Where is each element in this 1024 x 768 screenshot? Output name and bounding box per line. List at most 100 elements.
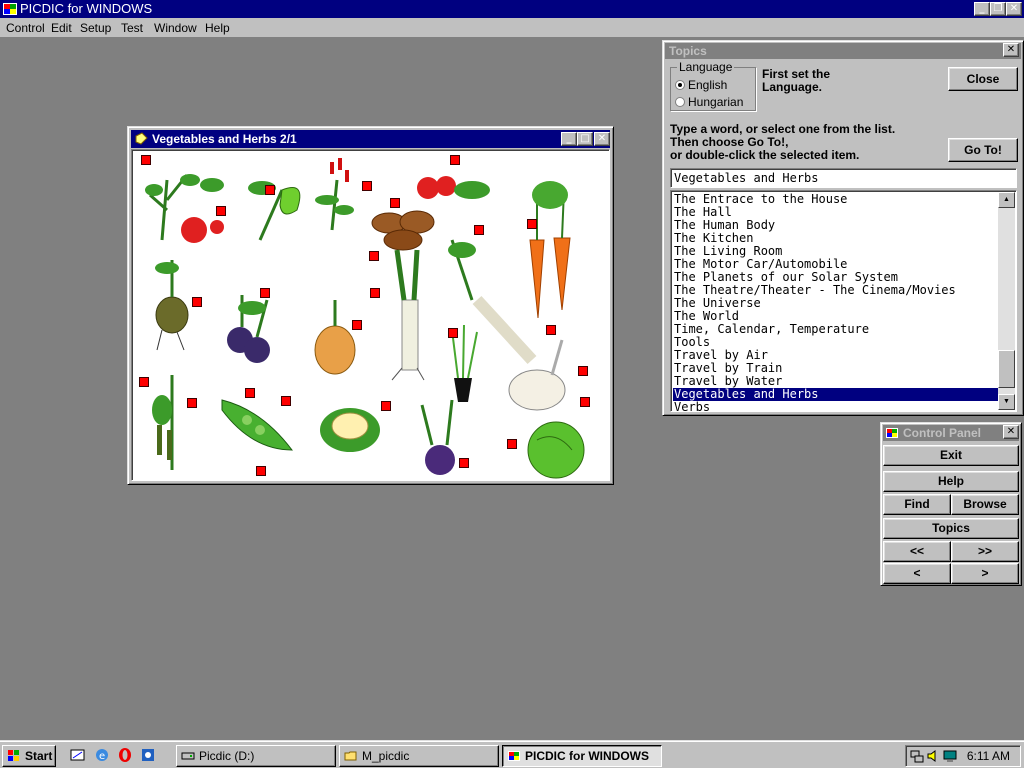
hotspot-leek-top[interactable] <box>369 251 379 261</box>
topics-close-button[interactable]: Close <box>948 67 1018 91</box>
hotspot-tomato-plant[interactable] <box>141 155 151 165</box>
previous-page-button[interactable]: < <box>883 563 951 584</box>
menu-help[interactable]: Help <box>205 21 230 35</box>
next-page-button[interactable]: > <box>951 563 1019 584</box>
start-button[interactable]: Start <box>2 745 56 767</box>
hotspot-bean-plant[interactable] <box>187 398 197 408</box>
hotspot-potato[interactable] <box>390 198 400 208</box>
hotspot-lettuce[interactable] <box>507 439 517 449</box>
document-icon <box>135 132 148 145</box>
restore-button[interactable]: ❐ <box>990 2 1006 16</box>
hotspot-tomato[interactable] <box>216 206 226 216</box>
topic-list[interactable]: The Entrace to the House The Hall The Huma… <box>670 190 1017 412</box>
hotspot-parsley[interactable] <box>474 225 484 235</box>
hotspot-kohlrabi[interactable] <box>459 458 469 468</box>
chili-plant-illustration <box>315 158 354 231</box>
child-maximize-button[interactable]: □ <box>577 132 593 146</box>
help-button[interactable]: Help <box>883 471 1019 492</box>
hotspot-leek[interactable] <box>370 288 380 298</box>
task-picdic-windows[interactable]: PICDIC for WINDOWS <box>502 745 662 767</box>
topics-button[interactable]: Topics <box>883 518 1019 539</box>
volume-icon[interactable] <box>926 749 940 763</box>
hotspot-chili[interactable] <box>362 181 372 191</box>
language-hint: First set the Language. <box>762 67 831 94</box>
minimize-button[interactable]: _ <box>974 2 990 16</box>
language-group: Language English Hungarian <box>670 60 756 111</box>
hotspot-radish[interactable] <box>450 155 460 165</box>
child-close-button[interactable]: ✕ <box>594 132 610 146</box>
scroll-down-arrow-icon[interactable]: ▼ <box>998 394 1015 410</box>
start-label: Start <box>25 749 53 763</box>
browse-button[interactable]: Browse <box>951 494 1019 515</box>
control-panel-close-button[interactable]: ✕ <box>1003 425 1019 439</box>
vegetable-illustration <box>145 158 585 479</box>
network-icon[interactable] <box>910 749 924 763</box>
celeriac-illustration <box>155 260 189 351</box>
opera-icon[interactable] <box>117 747 133 763</box>
display-settings-icon[interactable] <box>943 749 957 763</box>
menu-setup[interactable]: Setup <box>80 21 111 35</box>
menu-window[interactable]: Window <box>154 21 197 35</box>
hungarian-radio[interactable]: Hungarian <box>675 95 743 109</box>
channels-icon[interactable] <box>140 747 156 763</box>
topic-scrollbar[interactable]: ▲ ▼ <box>998 192 1015 410</box>
hotspot-celeriac[interactable] <box>192 297 202 307</box>
topic-list-item[interactable]: Time, Calendar, Temperature <box>673 323 1000 336</box>
english-radio[interactable]: English <box>675 78 727 92</box>
hotspot-beetroot[interactable] <box>260 288 270 298</box>
task-m-picdic[interactable]: M_picdic <box>339 745 499 767</box>
app-title-bar[interactable]: PICDIC for WINDOWS _ ❐ ✕ <box>0 0 1024 18</box>
hotspot-green-beans[interactable] <box>139 377 149 387</box>
windows-logo-icon <box>8 750 19 761</box>
close-button[interactable]: ✕ <box>1006 2 1022 16</box>
hotspot-onion[interactable] <box>352 320 362 330</box>
topic-list-item[interactable]: Vegetables and Herbs <box>673 388 1000 401</box>
topic-list-item[interactable]: Verbs <box>673 401 1000 412</box>
topics-close-x-button[interactable]: ✕ <box>1003 43 1019 57</box>
hotspot-peas[interactable] <box>256 466 266 476</box>
hotspot-pea-pod[interactable] <box>281 396 291 406</box>
menu-control[interactable]: Control <box>6 21 45 35</box>
control-panel-title-bar[interactable]: Control Panel ✕ <box>883 425 1019 441</box>
language-group-label: Language <box>677 60 735 74</box>
task-picdic-drive[interactable]: Picdic (D:) <box>176 745 336 767</box>
find-button[interactable]: Find <box>883 494 951 515</box>
scroll-up-arrow-icon[interactable]: ▲ <box>998 192 1015 208</box>
internet-explorer-icon[interactable]: e <box>94 747 110 763</box>
instruction-line: or double-click the selected item. <box>670 148 860 162</box>
topic-search-input[interactable]: Vegetables and Herbs <box>670 168 1017 188</box>
first-page-button[interactable]: << <box>883 541 951 562</box>
menu-edit[interactable]: Edit <box>51 21 72 35</box>
hotspot-garlic[interactable] <box>578 366 588 376</box>
scroll-thumb[interactable] <box>998 350 1015 388</box>
vegetables-window: Vegetables and Herbs 2/1 _ □ ✕ <box>127 126 614 485</box>
desktop-quicklaunch-icon[interactable] <box>70 747 86 763</box>
english-radio-dot <box>675 80 685 90</box>
taskbar: Start e Picdic (D:) M_picdic PICDIC for … <box>0 740 1024 768</box>
lettuce-illustration <box>527 421 585 479</box>
parsley-root-illustration <box>448 239 537 365</box>
hotspot-garlic-bulb[interactable] <box>580 397 590 407</box>
svg-text:e: e <box>99 751 105 762</box>
picdic-app-icon <box>3 3 17 15</box>
exit-button[interactable]: Exit <box>883 445 1019 466</box>
last-page-button[interactable]: >> <box>951 541 1019 562</box>
cauliflower-illustration <box>320 408 380 452</box>
hotspot-chives[interactable] <box>448 328 458 338</box>
hotspot-carrot[interactable] <box>527 219 537 229</box>
hotspot-cauliflower[interactable] <box>381 401 391 411</box>
goto-button[interactable]: Go To! <box>948 138 1018 162</box>
vegetables-window-title-bar[interactable]: Vegetables and Herbs 2/1 _ □ ✕ <box>131 130 610 148</box>
menu-test[interactable]: Test <box>121 21 143 35</box>
hotspot-pea-flower[interactable] <box>245 388 255 398</box>
potato-illustration <box>371 210 435 251</box>
topic-items: The Entrace to the House The Hall The Huma… <box>673 193 1000 412</box>
hotspot-parsley-root[interactable] <box>546 325 556 335</box>
topics-title-bar[interactable]: Topics ✕ <box>665 43 1021 59</box>
vegetables-window-title: Vegetables and Herbs 2/1 <box>152 132 297 146</box>
topics-title: Topics <box>669 44 707 58</box>
onion-illustration <box>314 300 356 375</box>
child-minimize-button[interactable]: _ <box>561 132 577 146</box>
quick-launch: e <box>64 747 164 765</box>
hotspot-pepper[interactable] <box>265 185 275 195</box>
